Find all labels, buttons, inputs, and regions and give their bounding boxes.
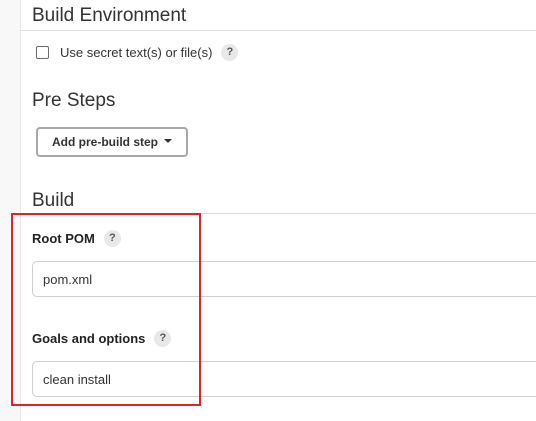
build-environment-heading: Build Environment <box>32 5 187 26</box>
add-pre-build-step-label: Add pre-build step <box>52 135 158 149</box>
section-divider <box>21 213 536 214</box>
caret-down-icon <box>164 139 172 143</box>
help-icon[interactable]: ? <box>103 229 121 247</box>
root-pom-label: Root POM <box>32 230 95 246</box>
goals-and-options-label: Goals and options <box>32 330 146 346</box>
secret-checkbox[interactable] <box>36 45 49 59</box>
pre-steps-heading: Pre Steps <box>32 90 116 111</box>
secret-checkbox-label[interactable]: Use secret text(s) or file(s) <box>60 45 212 60</box>
help-icon[interactable]: ? <box>154 329 172 347</box>
root-pom-input[interactable]: pom.xml <box>32 261 536 297</box>
page: Build Environment Use secret text(s) or … <box>0 0 536 421</box>
section-divider <box>21 30 536 31</box>
build-heading: Build <box>32 190 75 211</box>
config-panel: Build Environment Use secret text(s) or … <box>20 0 536 421</box>
help-icon[interactable]: ? <box>221 43 239 61</box>
add-pre-build-step-button[interactable]: Add pre-build step <box>36 127 188 157</box>
goals-and-options-input[interactable]: clean install <box>32 361 536 397</box>
secret-checkbox-row: Use secret text(s) or file(s) ? <box>36 42 239 62</box>
goals-label-row: Goals and options ? <box>32 328 172 348</box>
root-pom-label-row: Root POM ? <box>32 228 121 248</box>
